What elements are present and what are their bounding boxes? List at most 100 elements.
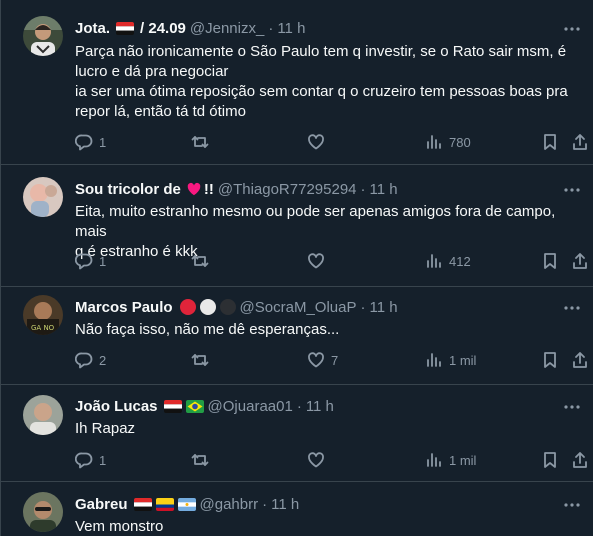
reply-icon <box>75 134 93 151</box>
tweet[interactable]: João Lucas @Ojuaraa01 · 11 h Ih Rapaz 1 <box>1 385 593 482</box>
like-button[interactable] <box>307 451 331 469</box>
avatar[interactable] <box>23 16 63 56</box>
author-name[interactable]: João Lucas <box>75 398 158 415</box>
reply-count: 1 <box>99 253 107 269</box>
bookmark-icon <box>544 352 556 368</box>
separator-dot: · <box>360 180 366 198</box>
timestamp[interactable]: 11 h <box>271 496 299 513</box>
avatar[interactable]: GA NO <box>23 295 63 335</box>
views-button[interactable]: 1 mil <box>425 351 476 369</box>
like-icon <box>308 452 324 468</box>
bookmark-button[interactable] <box>541 252 559 270</box>
red-circle-icon <box>179 299 196 315</box>
tweet-text-line: lucro e dá pra negociar <box>75 63 229 80</box>
reply-button[interactable]: 1 <box>75 133 106 151</box>
share-button[interactable] <box>571 451 589 469</box>
author-handle[interactable]: @ThiagoR77295294 <box>218 181 357 198</box>
like-icon <box>308 134 324 150</box>
reply-button[interactable]: 2 <box>75 351 106 369</box>
separator-dot: · <box>296 397 302 415</box>
timestamp[interactable]: 11 h <box>369 299 397 316</box>
share-icon <box>573 452 587 468</box>
tweet-text-line: Eita, muito estranho mesmo ou pode ser a… <box>75 203 556 240</box>
views-icon <box>427 135 441 149</box>
views-icon <box>427 353 441 367</box>
retweet-button[interactable] <box>191 252 215 270</box>
share-button[interactable] <box>571 351 589 369</box>
bookmark-button[interactable] <box>541 451 559 469</box>
author-name-suffix: / 24.09 <box>140 19 186 37</box>
like-button[interactable] <box>307 252 331 270</box>
more-icon[interactable] <box>563 496 581 514</box>
heart-icon <box>187 182 201 196</box>
tweet-text: Não faça isso, não me dê esperanças... <box>75 320 575 340</box>
bookmark-button[interactable] <box>541 133 559 151</box>
colombia-flag-icon <box>155 497 174 511</box>
reply-icon <box>75 352 93 369</box>
views-button[interactable]: 780 <box>425 133 471 151</box>
flag-icon <box>163 399 182 413</box>
retweet-button[interactable] <box>191 351 215 369</box>
author-handle[interactable]: @Ojuaraa01 <box>208 398 293 415</box>
author-name[interactable]: Jota. <box>75 20 110 37</box>
avatar[interactable] <box>23 395 63 435</box>
tweet-text-line: Parça não ironicamente o São Paulo tem q… <box>75 43 567 60</box>
retweet-icon <box>191 354 209 366</box>
views-button[interactable]: 1 mil <box>425 451 476 469</box>
brazil-flag-icon <box>185 399 204 413</box>
bookmark-icon <box>544 134 556 150</box>
views-count: 1 mil <box>449 352 477 368</box>
reply-count: 1 <box>99 452 107 468</box>
more-icon[interactable] <box>563 398 581 416</box>
author-name[interactable]: Sou tricolor de <box>75 181 181 198</box>
author-handle[interactable]: @SocraM_OluaP <box>240 299 357 316</box>
tweet-text-line: Ih Rapaz <box>75 420 136 437</box>
reply-button[interactable]: 1 <box>75 451 106 469</box>
more-icon[interactable] <box>563 299 581 317</box>
avatar[interactable] <box>23 492 63 532</box>
bookmark-button[interactable] <box>541 351 559 369</box>
more-icon[interactable] <box>563 20 581 38</box>
tweet[interactable]: GA NO Marcos Paulo @SocraM_OluaP · 11 h … <box>1 287 593 385</box>
flag-icon <box>133 497 152 511</box>
timestamp[interactable]: 11 h <box>370 181 398 198</box>
separator-dot: · <box>360 298 366 316</box>
reply-button[interactable]: 1 <box>75 252 106 270</box>
share-icon <box>573 134 587 150</box>
like-button[interactable]: 7 <box>307 351 338 369</box>
timestamp[interactable]: 11 h <box>306 398 334 415</box>
like-icon <box>308 352 324 368</box>
retweet-button[interactable] <box>191 133 215 151</box>
reply-icon <box>75 253 93 270</box>
like-count: 7 <box>331 352 339 368</box>
views-button[interactable]: 412 <box>425 252 471 270</box>
white-circle-icon <box>199 299 216 315</box>
views-icon <box>427 254 441 268</box>
like-button[interactable] <box>307 133 331 151</box>
author-name[interactable]: Gabreu <box>75 496 128 513</box>
tweet-text-line: ia ser uma ótima reposição sem contar q … <box>75 83 568 100</box>
views-count: 1 mil <box>449 452 477 468</box>
share-button[interactable] <box>571 133 589 151</box>
author-handle[interactable]: @Jennizx_ <box>190 20 264 37</box>
tweet-text: Vem monstro <box>75 517 575 536</box>
share-icon <box>573 253 587 269</box>
tweet[interactable]: Gabreu @gahbrr · 11 h Vem monstro <box>1 482 593 536</box>
avatar[interactable] <box>23 177 63 217</box>
views-count: 412 <box>449 253 471 269</box>
retweet-button[interactable] <box>191 451 215 469</box>
author-handle[interactable]: @gahbrr <box>200 496 259 513</box>
tweet[interactable]: Sou tricolor de !! @ThiagoR77295294 · 11… <box>1 165 593 287</box>
black-circle-icon <box>219 299 236 315</box>
separator-dot: · <box>268 19 274 37</box>
tweet[interactable]: Jota. / 24.09 @Jennizx_ · 11 h Parça não… <box>1 0 593 165</box>
more-icon[interactable] <box>563 181 581 199</box>
share-button[interactable] <box>571 252 589 270</box>
author-name[interactable]: Marcos Paulo <box>75 299 173 316</box>
reply-count: 1 <box>99 134 107 150</box>
timeline: Jota. / 24.09 @Jennizx_ · 11 h Parça não… <box>0 0 593 536</box>
timestamp[interactable]: 11 h <box>277 20 305 37</box>
tweet-text-line: Vem monstro <box>75 518 164 535</box>
retweet-icon <box>191 136 209 148</box>
argentina-flag-icon <box>177 497 196 511</box>
